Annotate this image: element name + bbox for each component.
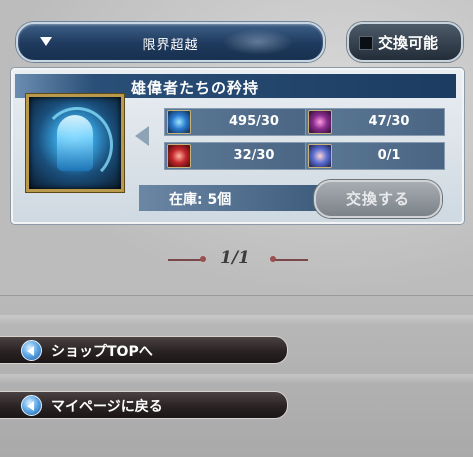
prev-item-arrow-icon[interactable] <box>132 123 154 149</box>
material-count: 495/30 <box>229 114 279 129</box>
back-arrow-icon <box>21 340 42 361</box>
pagination: 1/1 <box>168 248 308 272</box>
blue-cloak-icon[interactable] <box>26 94 124 192</box>
shop-top-label: ショップTOPへ <box>51 344 153 360</box>
background-band <box>0 374 473 384</box>
category-dropdown[interactable]: 限界超越 <box>16 22 325 62</box>
pager-ornament-left <box>168 256 206 262</box>
exchange-button[interactable]: 交換する <box>314 180 442 218</box>
cloak-shape <box>57 115 93 171</box>
material-count: 32/30 <box>233 148 275 163</box>
item-title: 雄偉者たちの矜持 <box>131 79 260 97</box>
purple-blade-icon <box>308 110 332 134</box>
page-indicator: 1/1 <box>220 248 250 268</box>
background-band <box>0 315 473 325</box>
pager-ornament-right <box>270 256 308 262</box>
blue-orb-icon <box>167 110 191 134</box>
exchangeable-filter-toggle[interactable]: 交換可能 <box>347 22 463 62</box>
item-card: 雄偉者たちの矜持 495/30 47/30 32/30 0/1 在庫: 5個 交… <box>11 68 464 224</box>
stock-bar: 在庫: 5個 <box>139 185 329 211</box>
material-row: 495/30 <box>164 108 316 136</box>
shop-top-button[interactable]: ショップTOPへ <box>0 336 288 364</box>
material-count: 47/30 <box>368 114 410 129</box>
material-row: 32/30 <box>164 142 316 170</box>
material-count: 0/1 <box>377 148 401 163</box>
my-page-label: マイページに戻る <box>51 399 163 415</box>
stock-label: 在庫: 5個 <box>169 192 232 208</box>
material-row: 0/1 <box>305 142 445 170</box>
dropdown-label: 限界超越 <box>142 38 199 53</box>
material-row: 47/30 <box>305 108 445 136</box>
toggle-label: 交換可能 <box>378 34 439 52</box>
crystal-cube-icon <box>308 144 332 168</box>
exchange-button-label: 交換する <box>345 190 410 208</box>
my-page-button[interactable]: マイページに戻る <box>0 391 288 419</box>
red-sigil-icon <box>167 144 191 168</box>
checkbox-icon <box>359 36 373 50</box>
back-arrow-icon <box>21 395 42 416</box>
